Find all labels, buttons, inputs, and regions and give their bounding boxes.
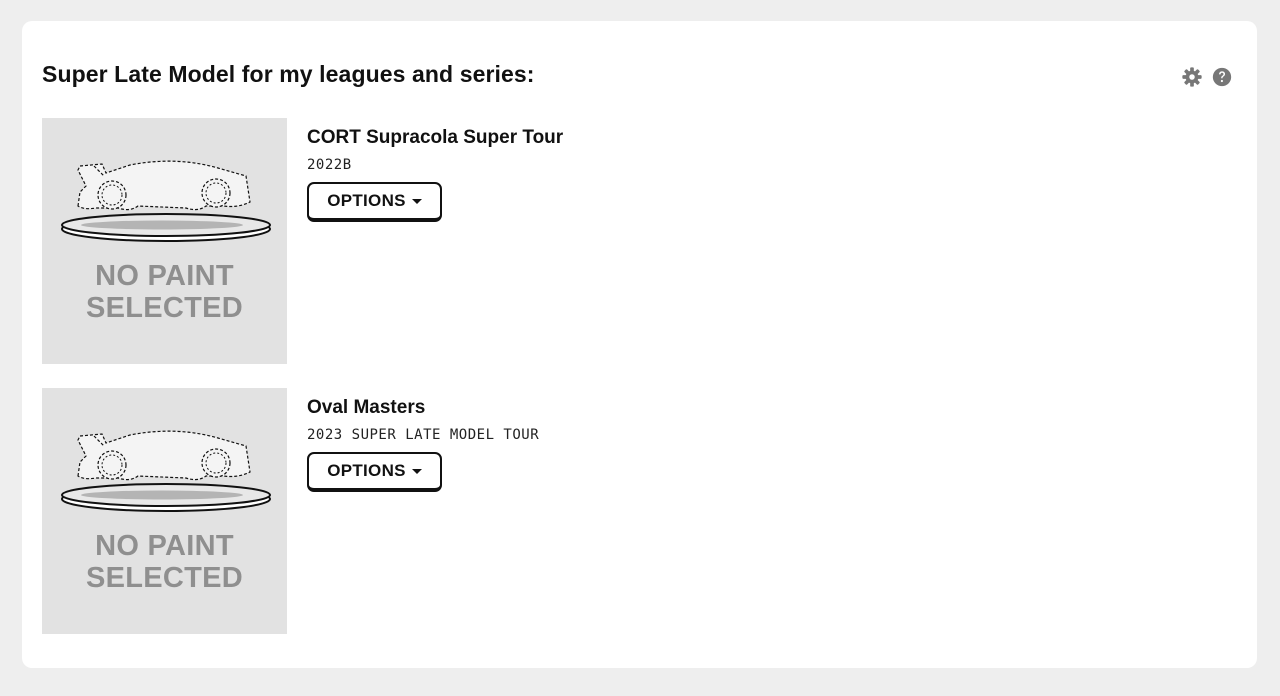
paint-placeholder: NO PAINT SELECTED xyxy=(42,388,287,634)
options-label: OPTIONS xyxy=(327,191,406,210)
header-icons xyxy=(1181,66,1233,88)
series-entry: NO PAINT SELECTED Oval Masters 2023 SUPE… xyxy=(42,388,1222,634)
caret-down-icon xyxy=(411,198,422,204)
options-button[interactable]: OPTIONS xyxy=(307,452,442,492)
series-name: CORT Supracola Super Tour xyxy=(307,127,564,148)
gear-icon[interactable] xyxy=(1181,66,1203,88)
paint-placeholder: NO PAINT SELECTED xyxy=(42,118,287,364)
series-name: Oval Masters xyxy=(307,397,426,418)
series-season: 2022B xyxy=(307,157,352,173)
series-info: Oval Masters 2023 SUPER LATE MODEL TOUR … xyxy=(307,396,539,492)
options-label: OPTIONS xyxy=(327,461,406,480)
series-info: CORT Supracola Super Tour 2022B OPTIONS xyxy=(307,126,563,222)
no-paint-label: NO PAINT SELECTED xyxy=(85,530,244,594)
no-paint-label: NO PAINT SELECTED xyxy=(85,260,244,324)
series-season: 2023 SUPER LATE MODEL TOUR xyxy=(307,427,540,443)
series-entry: NO PAINT SELECTED CORT Supracola Super T… xyxy=(42,118,1222,364)
options-button[interactable]: OPTIONS xyxy=(307,182,442,222)
caret-down-icon xyxy=(411,468,422,474)
car-outline-icon xyxy=(61,430,271,512)
page-title: Super Late Model for my leagues and seri… xyxy=(42,61,535,87)
leagues-card: Super Late Model for my leagues and seri… xyxy=(22,21,1257,668)
car-outline-icon xyxy=(61,160,271,242)
help-icon[interactable] xyxy=(1211,66,1233,88)
